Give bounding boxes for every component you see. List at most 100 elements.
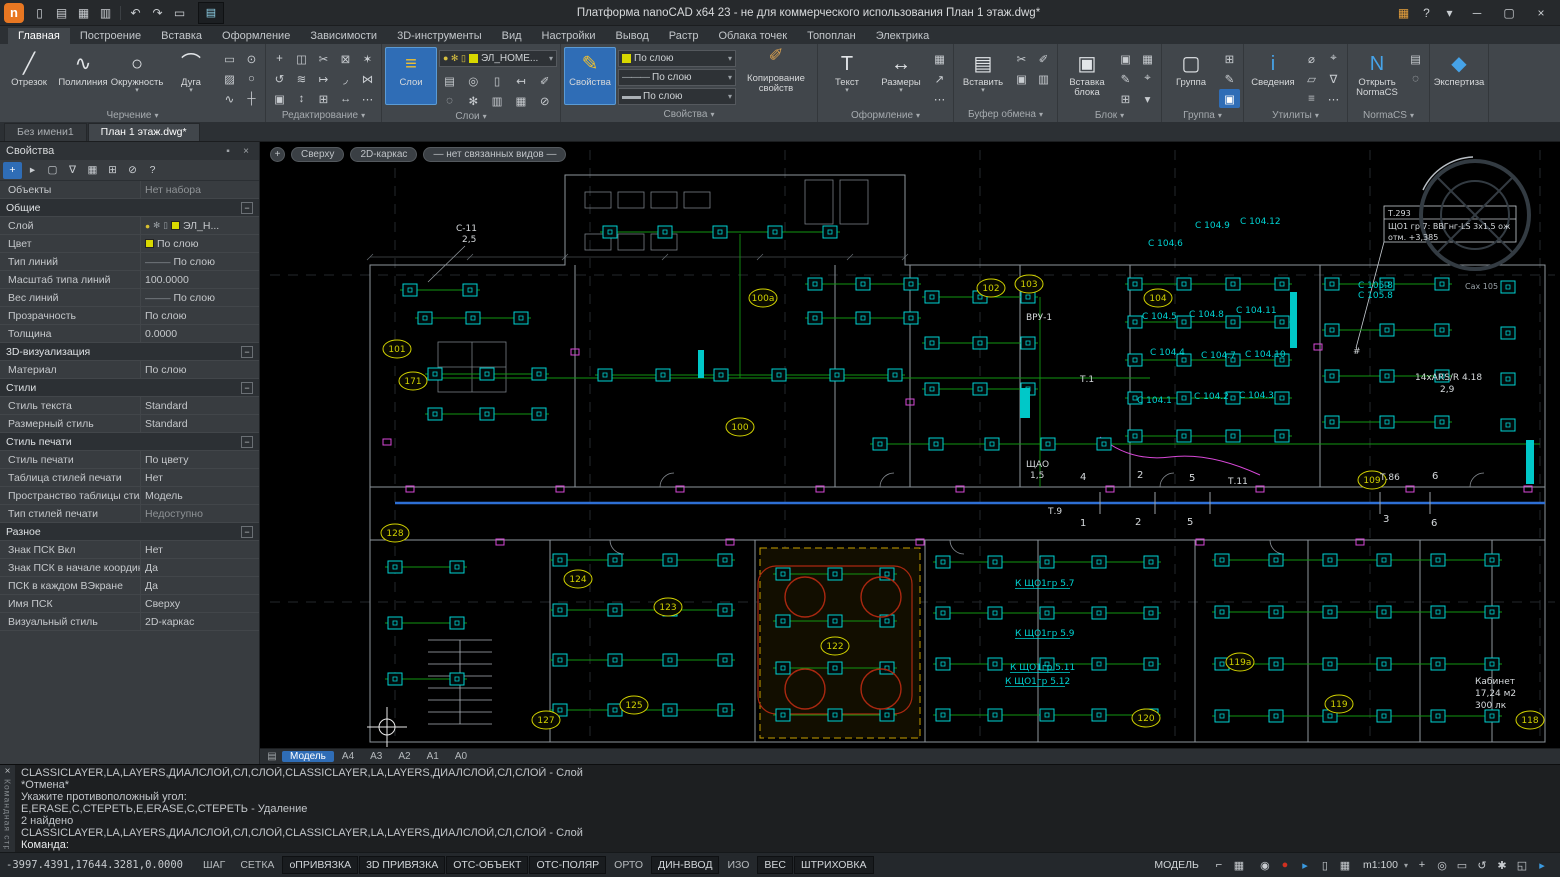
point-icon[interactable]: ⊙: [241, 49, 262, 68]
document-tab-unnamed[interactable]: Без имени1: [4, 123, 87, 141]
explode-icon[interactable]: ✶: [357, 49, 378, 68]
property-value[interactable]: Да: [140, 559, 259, 576]
notifications-icon[interactable]: ▸: [1534, 857, 1550, 873]
ribbon-tab[interactable]: Электрика: [866, 28, 940, 44]
linked-views-pill[interactable]: — нет связанных видов —: [423, 147, 566, 162]
fillet-icon[interactable]: ◞: [335, 69, 356, 88]
properties-section[interactable]: Общие−: [0, 199, 259, 217]
id-point-icon[interactable]: ⌖: [1323, 49, 1344, 68]
new-document-icon[interactable]: ▯: [29, 3, 50, 23]
layout-tab[interactable]: А2: [390, 751, 418, 762]
drawing-area[interactable]: 101171100а100102103104109128124123122125…: [260, 142, 1560, 748]
status-toggle[interactable]: ДИН-ВВОД: [651, 856, 719, 874]
ribbon-tab[interactable]: Настройки: [532, 28, 606, 44]
layout-tab[interactable]: А4: [334, 751, 362, 762]
quick-select-icon[interactable]: ∇: [1323, 69, 1344, 88]
base-point-icon[interactable]: ⌖: [1137, 69, 1158, 88]
panel-label-oformlenie[interactable]: Оформление▾: [821, 108, 950, 122]
polyline-button[interactable]: ∿ Полилиния: [57, 47, 109, 105]
space-mode-button[interactable]: МОДЕЛЬ: [1148, 857, 1205, 873]
panel-label-redaktirovanie[interactable]: Редактирование▾: [269, 108, 378, 122]
properties-section[interactable]: Стили−: [0, 379, 259, 397]
ribbon-tab[interactable]: Построение: [70, 28, 151, 44]
app-grid-icon[interactable]: ▦: [1393, 3, 1414, 23]
extend-icon[interactable]: ↦: [313, 69, 334, 88]
info-button[interactable]: i Сведения: [1247, 47, 1299, 105]
panel-label-blok[interactable]: Блок▾: [1061, 108, 1158, 122]
color-combo[interactable]: По слою ▾: [618, 50, 736, 67]
match-properties-button[interactable]: ✐ Копирование свойств: [738, 47, 814, 103]
view-direction-pill[interactable]: Сверху: [291, 147, 344, 162]
status-toggle[interactable]: ОТС-ОБЪЕКТ: [446, 856, 528, 874]
status-toggle[interactable]: ВЕС: [757, 856, 793, 874]
panel-label-gruppa[interactable]: Группа▾: [1165, 108, 1240, 122]
group-button[interactable]: ▢ Группа: [1165, 47, 1217, 105]
quick-select-icon[interactable]: ▦: [83, 162, 102, 179]
paste-special-icon[interactable]: ▥: [1033, 69, 1054, 88]
viewports-icon[interactable]: ▦: [1231, 857, 1247, 873]
collapse-icon[interactable]: −: [241, 202, 253, 214]
property-value[interactable]: Сверху: [140, 595, 259, 612]
ribbon-tab[interactable]: Вид: [492, 28, 532, 44]
visual-style-pill[interactable]: 2D-каркас: [350, 147, 417, 162]
command-prompt[interactable]: Команда:: [21, 839, 1554, 851]
ribbon-tab[interactable]: Топоплан: [797, 28, 866, 44]
dimensions-button[interactable]: ↔ Размеры ▾: [875, 47, 927, 105]
save-icon[interactable]: ▦: [73, 3, 94, 23]
panel-help-icon[interactable]: ?: [143, 162, 162, 179]
document-tab-plan[interactable]: План 1 этаж.dwg*: [88, 123, 200, 141]
select-cursor-icon[interactable]: ▸: [23, 162, 42, 179]
properties-section[interactable]: 3D-визуализация−: [0, 343, 259, 361]
ribbon-tab[interactable]: Оформление: [212, 28, 300, 44]
annot-more-icon[interactable]: ⋯: [929, 89, 950, 108]
status-toggle[interactable]: СЕТКА: [233, 856, 281, 874]
panel-label-svoystva[interactable]: Свойства▾: [564, 107, 814, 122]
command-close-icon[interactable]: ×: [5, 766, 11, 777]
arc-button[interactable]: ⌒ Дуга ▾: [165, 47, 217, 105]
panel-label-bufer[interactable]: Буфер обмена▾: [957, 107, 1054, 122]
panel-label-utility[interactable]: Утилиты▾: [1247, 108, 1344, 122]
layer-walk-icon[interactable]: ▥: [487, 91, 508, 110]
close-button[interactable]: ×: [1526, 2, 1556, 24]
collapse-icon[interactable]: −: [241, 436, 253, 448]
properties-button[interactable]: ✎ Свойства: [564, 47, 616, 105]
layer-merge-icon[interactable]: ⊘: [534, 91, 555, 110]
paste-button[interactable]: ▤ Вставить ▾: [957, 47, 1009, 105]
pan-icon[interactable]: +: [1414, 857, 1430, 873]
ucs-icon[interactable]: ⌐: [1211, 857, 1227, 873]
minimize-button[interactable]: ─: [1462, 2, 1492, 24]
property-value[interactable]: Нет: [140, 469, 259, 486]
property-value[interactable]: По слою: [140, 307, 259, 324]
move-icon[interactable]: +: [269, 49, 290, 68]
ribbon-tab[interactable]: Вставка: [151, 28, 212, 44]
property-value[interactable]: Нет: [140, 541, 259, 558]
util-more-icon[interactable]: ⋯: [1323, 89, 1344, 108]
construction-line-icon[interactable]: ┼: [241, 89, 262, 108]
isolate-objects-icon[interactable]: ●: [1277, 857, 1293, 873]
circle-button[interactable]: ○ Окружность ▾: [111, 47, 163, 105]
cad-canvas[interactable]: 101171100а100102103104109128124123122125…: [260, 142, 1560, 748]
group-select-icon[interactable]: ▣: [1219, 89, 1240, 108]
layout-tab[interactable]: А1: [419, 751, 447, 762]
viewport-icon[interactable]: ▭: [169, 3, 190, 23]
panel-label-normacs[interactable]: NormaCS▾: [1351, 108, 1426, 122]
ribbon-tab[interactable]: 3D-инструменты: [387, 28, 492, 44]
layer-previous-icon[interactable]: ↤: [510, 71, 531, 90]
property-value[interactable]: 100.0000: [140, 271, 259, 288]
text-button[interactable]: Т Текст ▾: [821, 47, 873, 105]
ribbon-tab[interactable]: Главная: [8, 28, 70, 44]
lock-ui-icon[interactable]: ▯: [1317, 857, 1333, 873]
layer-match-icon[interactable]: ✐: [534, 71, 555, 90]
layers-button[interactable]: ≡ Слои: [385, 47, 437, 105]
fullscreen-icon[interactable]: ◱: [1514, 857, 1530, 873]
help-icon[interactable]: ?: [1416, 3, 1437, 23]
ribbon-tab[interactable]: Вывод: [605, 28, 658, 44]
layout-tab[interactable]: А0: [447, 751, 475, 762]
panel-label-sloi[interactable]: Слои▾: [385, 110, 557, 122]
property-value[interactable]: Недоступно: [140, 505, 259, 522]
property-value[interactable]: Модель: [140, 487, 259, 504]
user-icon[interactable]: ◉: [1257, 857, 1273, 873]
status-toggle[interactable]: 3D ПРИВЯЗКА: [359, 856, 445, 874]
scale-icon[interactable]: ↕: [291, 89, 312, 108]
maximize-button[interactable]: ▢: [1494, 2, 1524, 24]
